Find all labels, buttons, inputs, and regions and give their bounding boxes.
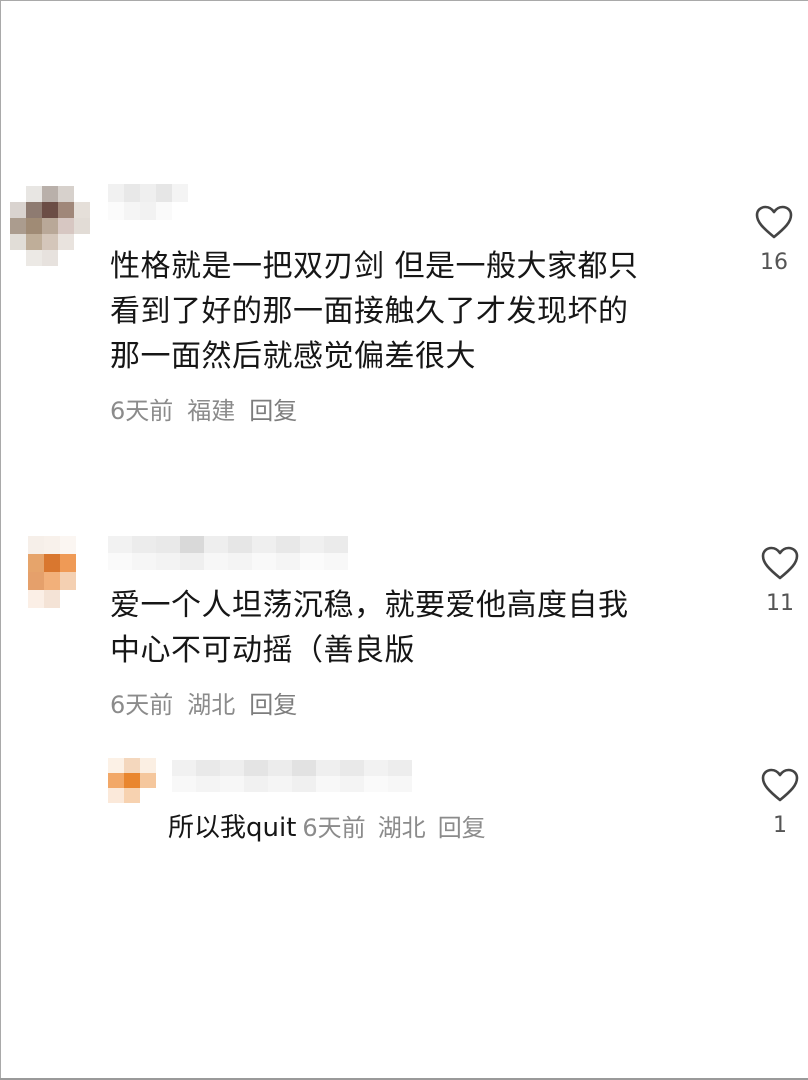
heart-outline-icon [761,546,799,580]
like-count: 1 [773,813,787,838]
like-button[interactable]: 11 [755,545,805,616]
heart-outline-icon [755,205,793,239]
reply-comment: 所以我quit 6天前 湖北 回复 [168,812,498,844]
reply-button[interactable]: 回复 [438,814,486,842]
like-button[interactable]: 1 [755,767,805,838]
comment-text-line: 性格就是一把双刃剑 但是一般大家都只 [110,249,639,284]
avatar[interactable] [28,536,76,608]
comment-text-line: 爱一个人坦荡沉稳，就要爱他高度自我 [110,588,629,623]
like-button[interactable]: 16 [749,204,799,275]
comment-text-line: 那一面然后就感觉偏差很大 [110,339,476,374]
reply-button[interactable]: 回复 [249,397,297,425]
avatar[interactable] [10,186,90,266]
username-blurred[interactable] [108,184,188,220]
comment-time: 6天前 [110,397,174,425]
comment-meta: 6天前 湖北 回复 [110,690,311,720]
comment-text: 性格就是一把双刃剑 但是一般大家都只 看到了好的那一面接触久了才发现坏的 那一面… [110,244,639,379]
reply-text: 所以我quit [168,813,297,843]
screenshot-border-top [0,0,808,1]
comment-text-line: 看到了好的那一面接触久了才发现坏的 [110,294,629,329]
screenshot-border-left [0,0,1,1080]
username-blurred[interactable] [172,760,412,792]
reply-button[interactable]: 回复 [249,691,297,719]
comment-time: 6天前 [110,691,174,719]
comment-location: 湖北 [187,691,236,719]
username-blurred[interactable] [108,536,348,570]
reply-meta: 6天前 湖北 回复 [302,814,497,842]
avatar[interactable] [108,758,156,804]
heart-outline-icon [761,768,799,802]
comment-text: 爱一个人坦荡沉稳，就要爱他高度自我 中心不可动摇（善良版 [110,583,629,673]
like-count: 11 [766,591,794,616]
comment-text-line: 中心不可动摇（善良版 [110,633,415,668]
comment-location: 福建 [187,397,236,425]
comment-meta: 6天前 福建 回复 [110,396,311,426]
like-count: 16 [760,250,788,275]
reply-location: 湖北 [377,814,426,842]
reply-time: 6天前 [302,814,366,842]
